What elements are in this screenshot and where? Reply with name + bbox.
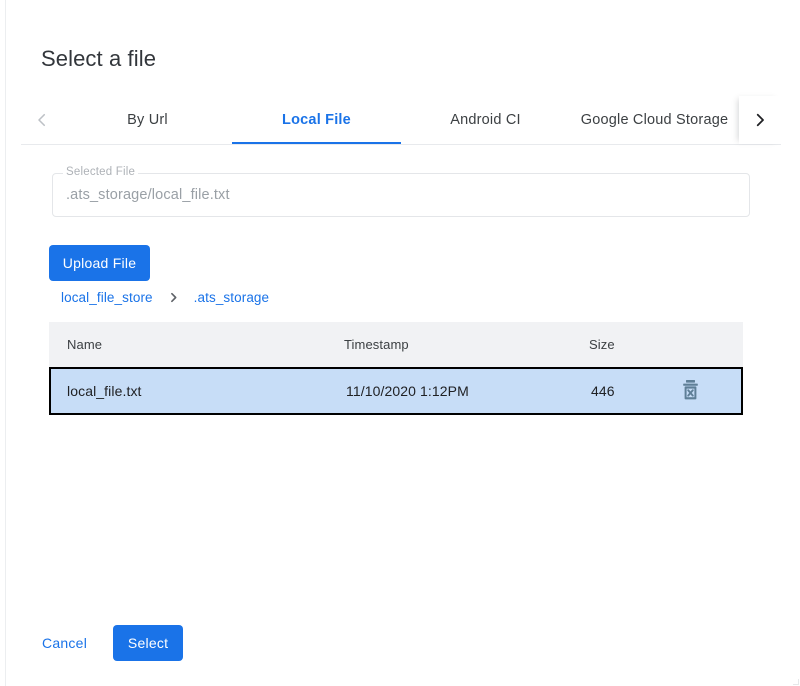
tab-scroll-left-button[interactable] bbox=[21, 96, 63, 144]
select-file-dialog: Select a file By Url Local File Android … bbox=[0, 0, 800, 686]
column-header-size: Size bbox=[589, 337, 679, 352]
breadcrumb-item-ats-storage[interactable]: .ats_storage bbox=[194, 290, 270, 305]
select-button[interactable]: Select bbox=[113, 625, 183, 661]
tab-label: Local File bbox=[282, 112, 351, 128]
left-edge-rule bbox=[5, 0, 6, 686]
cell-size: 446 bbox=[591, 383, 681, 399]
table-header-row: Name Timestamp Size bbox=[49, 322, 743, 367]
selected-file-field[interactable]: Selected File .ats_storage/local_file.tx… bbox=[52, 173, 750, 217]
cell-actions bbox=[681, 379, 741, 404]
cancel-button[interactable]: Cancel bbox=[29, 626, 100, 660]
table-row[interactable]: local_file.txt 11/10/2020 1:12PM 446 bbox=[49, 367, 743, 415]
tab-label: Android CI bbox=[450, 112, 521, 128]
cell-timestamp: 11/10/2020 1:12PM bbox=[346, 383, 591, 399]
breadcrumb: local_file_store .ats_storage bbox=[61, 290, 269, 305]
tab-bar: By Url Local File Android CI Google Clou… bbox=[21, 96, 781, 145]
chevron-right-icon bbox=[751, 111, 769, 129]
tab-google-cloud-storage[interactable]: Google Cloud Storage bbox=[570, 96, 739, 144]
tab-list: By Url Local File Android CI Google Clou… bbox=[63, 96, 739, 144]
selected-file-input[interactable]: .ats_storage/local_file.txt bbox=[66, 185, 230, 205]
cell-file-name: local_file.txt bbox=[51, 383, 346, 399]
selected-file-label: Selected File bbox=[63, 166, 138, 179]
tab-label: Google Cloud Storage bbox=[581, 112, 729, 128]
tab-label: By Url bbox=[127, 112, 168, 128]
breadcrumb-item-local-file-store[interactable]: local_file_store bbox=[61, 290, 153, 305]
chevron-right-icon bbox=[167, 291, 180, 304]
tab-scroll-right-button[interactable] bbox=[739, 96, 781, 144]
chevron-left-icon bbox=[33, 111, 51, 129]
page-title: Select a file bbox=[41, 44, 156, 74]
upload-file-button[interactable]: Upload File bbox=[49, 245, 150, 281]
tab-android-ci[interactable]: Android CI bbox=[401, 96, 570, 144]
column-header-name: Name bbox=[49, 337, 344, 352]
delete-file-button[interactable] bbox=[681, 379, 700, 404]
dialog-footer: Cancel Select bbox=[29, 625, 183, 661]
file-table: Name Timestamp Size local_file.txt 11/10… bbox=[49, 322, 743, 415]
bottom-right-corner-mark bbox=[793, 679, 799, 685]
tab-by-url[interactable]: By Url bbox=[63, 96, 232, 144]
tab-local-file[interactable]: Local File bbox=[232, 96, 401, 144]
delete-trash-icon bbox=[681, 379, 700, 404]
column-header-timestamp: Timestamp bbox=[344, 337, 589, 352]
